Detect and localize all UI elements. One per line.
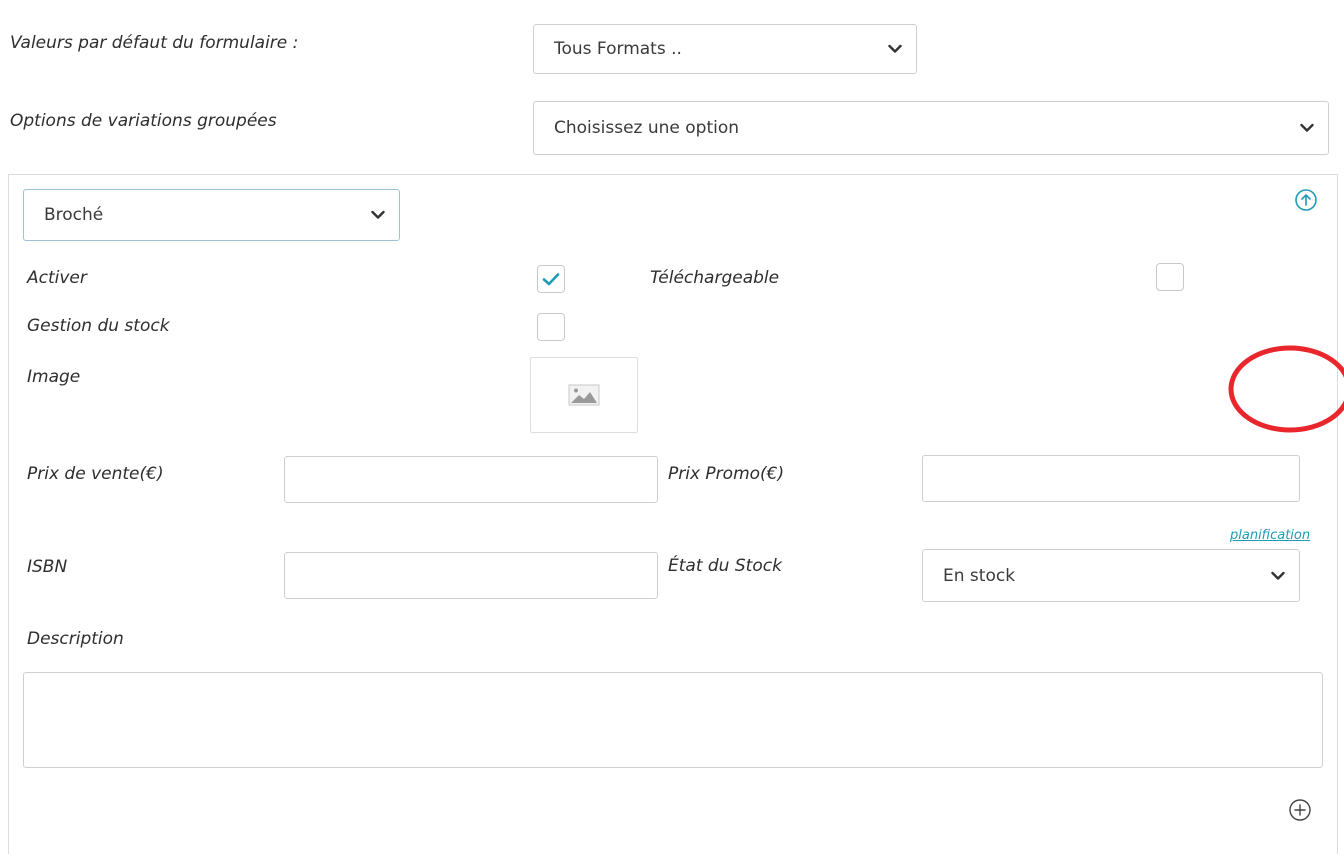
isbn-input[interactable] [284,552,658,599]
check-icon [542,273,560,286]
prix-promo-input[interactable] [922,455,1300,502]
grouped-variations-value: Choisissez une option [554,118,740,138]
gestion-stock-checkbox[interactable] [537,313,565,341]
telechargeable-label: Téléchargeable [650,268,780,288]
annotation-ellipse [1228,345,1344,433]
grouped-variations-select[interactable]: Choisissez une option [533,101,1329,155]
etat-stock-select[interactable]: En stock [922,549,1300,602]
activer-checkbox[interactable] [537,265,565,293]
description-textarea[interactable] [23,672,1323,768]
planification-link[interactable]: planification [1230,528,1310,543]
image-upload-box[interactable] [530,357,638,433]
telechargeable-checkbox[interactable] [1156,263,1184,291]
plus-circle-icon[interactable] [1288,798,1312,822]
form-defaults-label: Valeurs par défaut du formulaire : [10,33,299,53]
activer-label: Activer [27,268,87,288]
etat-stock-value: En stock [943,565,1016,586]
form-defaults-value: Tous Formats .. [554,39,682,59]
chevron-down-icon [371,210,385,220]
grouped-variations-label: Options de variations groupées [10,111,277,131]
image-label: Image [27,367,81,387]
etat-stock-label: État du Stock [668,556,782,576]
form-defaults-select[interactable]: Tous Formats .. [533,24,917,74]
image-placeholder-icon [568,384,600,406]
variation-format-value: Broché [44,205,104,225]
isbn-label: ISBN [27,557,68,577]
arrow-up-circle-icon[interactable] [1294,188,1318,212]
prix-vente-input[interactable] [284,456,658,503]
prix-promo-label: Prix Promo(€) [668,464,785,484]
chevron-down-icon [888,44,902,54]
chevron-down-icon [1300,123,1314,133]
gestion-stock-label: Gestion du stock [27,316,170,336]
prix-vente-label: Prix de vente(€) [27,464,164,484]
chevron-down-icon [1271,571,1285,581]
variation-format-select[interactable]: Broché [23,189,400,241]
description-label: Description [27,629,124,649]
